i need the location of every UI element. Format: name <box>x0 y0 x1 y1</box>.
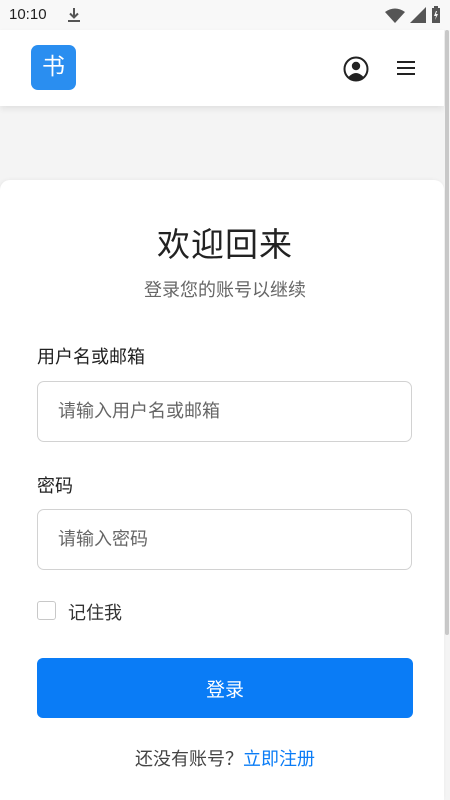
download-icon <box>68 8 80 22</box>
remember-me-label[interactable]: 记住我 <box>68 599 122 625</box>
signal-icon <box>410 7 426 23</box>
register-link[interactable]: 立即注册 <box>243 749 315 770</box>
username-label: 用户名或邮箱 <box>37 347 145 368</box>
register-prompt: 还没有账号？ <box>135 749 243 770</box>
battery-icon <box>432 6 440 23</box>
menu-icon[interactable] <box>396 59 416 77</box>
password-label: 密码 <box>37 476 73 497</box>
wifi-icon <box>385 8 405 23</box>
login-button[interactable]: 登录 <box>37 658 413 718</box>
page-subtitle: 登录您的账号以继续 <box>144 280 306 301</box>
remember-me-checkbox[interactable] <box>37 601 56 620</box>
password-input[interactable] <box>37 509 412 570</box>
scrollbar[interactable] <box>445 30 449 635</box>
app-logo[interactable]: 书 <box>31 45 76 90</box>
login-card: 欢迎回来 登录您的账号以继续 用户名或邮箱 密码 记住我 登录 还没有账号？立即… <box>0 180 444 800</box>
register-row: 还没有账号？立即注册 <box>0 745 450 771</box>
status-bar: 10:10 <box>0 0 450 30</box>
user-account-icon[interactable] <box>343 56 369 82</box>
app-header: 书 <box>0 30 444 106</box>
username-input[interactable] <box>37 381 412 442</box>
status-time: 10:10 <box>9 6 47 23</box>
page-title: 欢迎回来 <box>157 225 293 264</box>
